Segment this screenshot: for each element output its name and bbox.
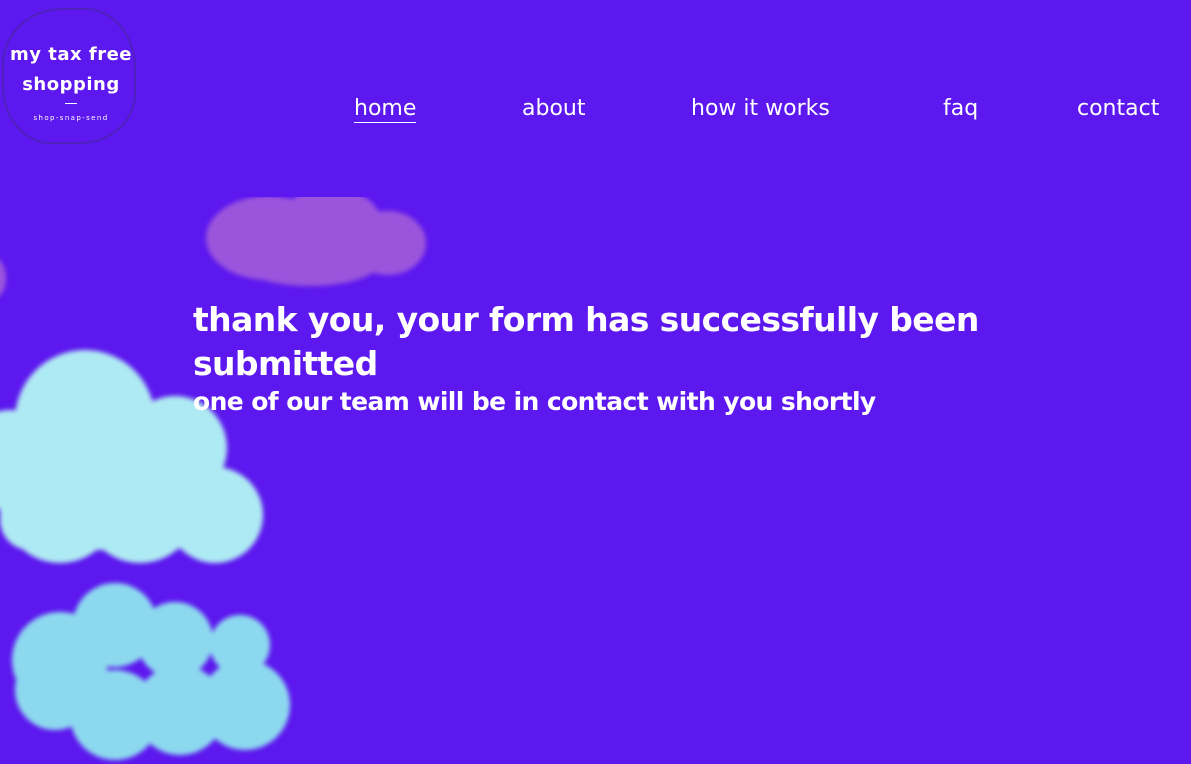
confirmation-subtitle: one of our team will be in contact with … <box>193 387 876 416</box>
confirmation-title: thank you, your form has successfully be… <box>193 300 979 383</box>
nav-item-how-it-works[interactable]: how it works <box>691 96 830 121</box>
purple-cloud <box>206 197 426 286</box>
nav-item-faq[interactable]: faq <box>943 96 978 121</box>
logo-tagline: shop-snap-send <box>33 114 109 122</box>
cyan-cloud <box>12 583 290 760</box>
nav-item-home[interactable]: home <box>354 96 417 123</box>
page: my tax free shopping shop-snap-send home… <box>0 0 1191 764</box>
logo-title-line1: my tax free <box>9 44 132 65</box>
logo-divider <box>65 103 77 104</box>
logo-title-line2: shopping <box>22 74 120 95</box>
nav-item-about[interactable]: about <box>522 96 585 121</box>
nav-item-contact[interactable]: contact <box>1077 96 1159 121</box>
logo[interactable]: my tax free shopping shop-snap-send <box>2 8 136 144</box>
